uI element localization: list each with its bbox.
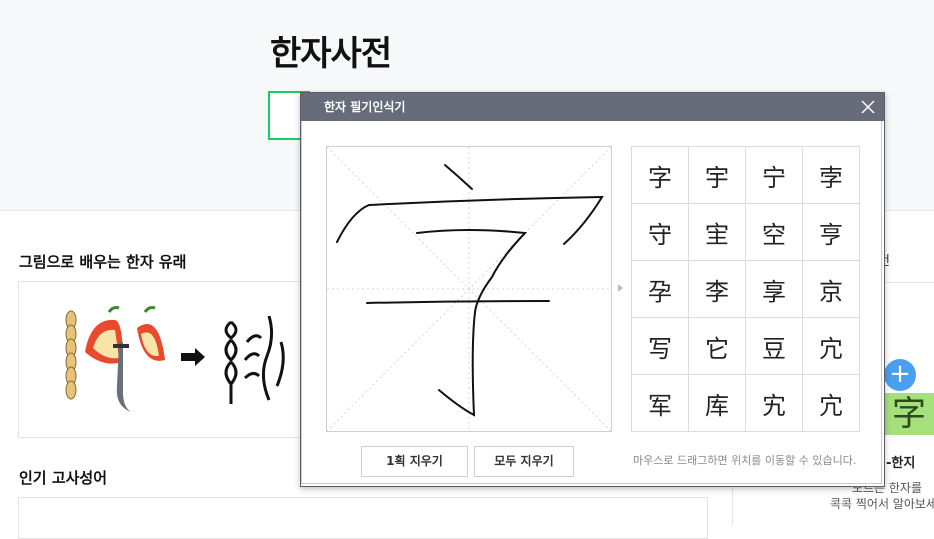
candidate-grid: 字 宇 宁 孛 守 宔 空 亨 孕 李 享 京 写 它 豆 宂 军 库 宄 宂: [631, 146, 860, 432]
candidate-char[interactable]: 李: [688, 260, 746, 318]
proverb-card[interactable]: [18, 497, 708, 539]
close-icon[interactable]: [860, 99, 876, 115]
add-icon[interactable]: +: [884, 359, 916, 391]
candidate-char[interactable]: 空: [745, 203, 803, 261]
clear-all-button[interactable]: 모두 지우기: [474, 446, 574, 477]
candidate-char[interactable]: 享: [745, 260, 803, 318]
candidate-char[interactable]: 宇: [688, 146, 746, 204]
candidate-char[interactable]: 宔: [688, 203, 746, 261]
candidate-char[interactable]: 宂: [802, 317, 860, 375]
drag-hint: 마우스로 드래그하면 위치를 이동할 수 있습니다.: [633, 454, 857, 467]
candidate-char[interactable]: 写: [631, 317, 689, 375]
clear-stroke-button[interactable]: 1획 지우기: [361, 446, 468, 477]
candidate-char[interactable]: 京: [802, 260, 860, 318]
popup-body: 字 宇 宁 孛 守 宔 空 亨 孕 李 享 京 写 它 豆 宂 军 库 宄 宂 …: [301, 121, 882, 484]
proverb-section-title: 인기 고사성어: [19, 469, 108, 487]
popup-header[interactable]: 한자 필기인식기: [301, 93, 884, 121]
candidate-char[interactable]: 亨: [802, 203, 860, 261]
candidate-char[interactable]: 孛: [802, 146, 860, 204]
drawing-canvas[interactable]: [326, 146, 612, 432]
candidate-char[interactable]: 宂: [802, 374, 860, 432]
page-title: 한자사전: [270, 34, 392, 74]
popup-title: 한자 필기인식기: [324, 100, 406, 114]
origin-card[interactable]: [18, 281, 320, 438]
drawing-strokes[interactable]: [326, 146, 612, 432]
candidate-char[interactable]: 守: [631, 203, 689, 261]
promo-char: 字: [884, 393, 934, 435]
origin-illustration: [65, 306, 285, 412]
candidate-char[interactable]: 宁: [745, 146, 803, 204]
candidate-char[interactable]: 字: [631, 146, 689, 204]
candidate-char[interactable]: 豆: [745, 317, 803, 375]
handwriting-popup[interactable]: 한자 필기인식기 字 宇 宁 孛 守 宔 空 亨 孕 李 享 京 写 它 豆 宂…: [300, 92, 885, 487]
candidate-char[interactable]: 孕: [631, 260, 689, 318]
chevron-right-icon: [618, 284, 623, 292]
candidate-char[interactable]: 库: [688, 374, 746, 432]
candidate-char[interactable]: 宄: [745, 374, 803, 432]
origin-section-title: 그림으로 배우는 한자 유래: [19, 253, 187, 271]
candidate-char[interactable]: 军: [631, 374, 689, 432]
promo-line-2: 콕콕 찍어서 알아보세요: [829, 497, 934, 511]
candidate-char[interactable]: 它: [688, 317, 746, 375]
